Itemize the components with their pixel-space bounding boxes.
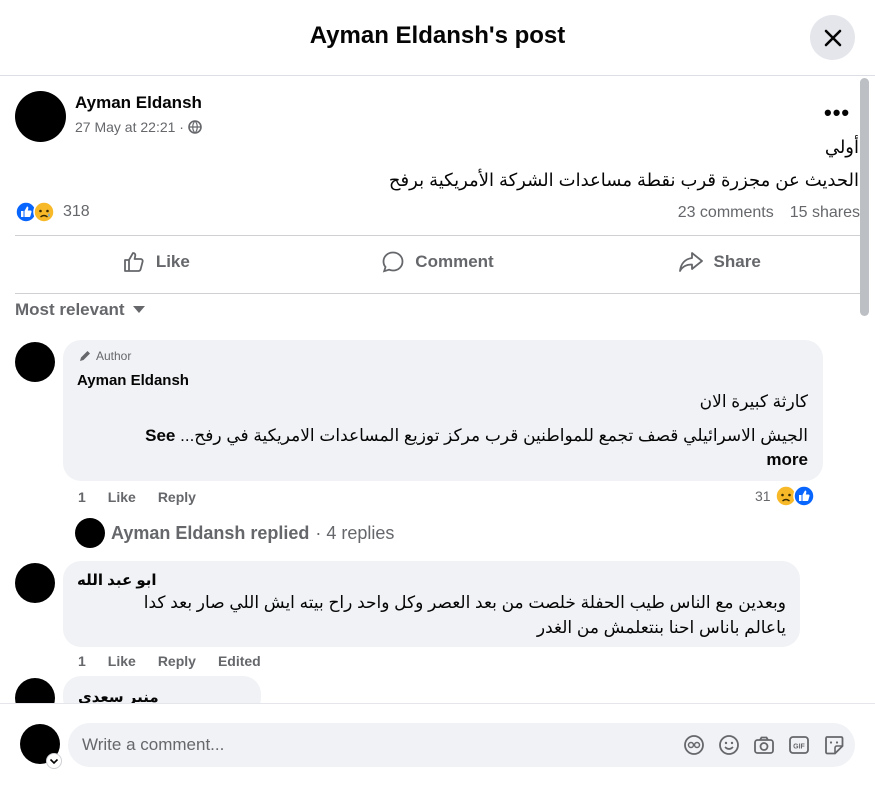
- comment-input[interactable]: [82, 723, 662, 767]
- post-stats: 318 23 comments 15 shares: [15, 201, 860, 227]
- comment-text-line: ياعالم باناس احنا بنتعلمش من الغدر: [536, 618, 786, 637]
- dialog-header: Ayman Eldansh's post: [0, 0, 875, 76]
- reaction-summary[interactable]: 318: [15, 201, 90, 223]
- sad-reaction-icon: [33, 201, 55, 223]
- author-badge-label: Author: [96, 349, 132, 363]
- comment-text-line: وبعدين مع الناس طيب الحفلة خلصت من بعد ا…: [143, 593, 786, 612]
- replies-author: Ayman Eldansh replied: [111, 522, 310, 543]
- caret-down-icon: [132, 306, 145, 313]
- sticker-icon[interactable]: [822, 733, 845, 756]
- see-more-link[interactable]: more: [766, 448, 808, 472]
- reply-avatar: [75, 518, 105, 548]
- divider: [15, 293, 860, 294]
- comment-like-button[interactable]: Like: [108, 653, 136, 669]
- post-actions: Like Comment Share: [15, 240, 860, 284]
- composer-icons: GIF: [682, 733, 845, 756]
- post-text-line-1: أولي: [824, 137, 859, 157]
- post-timestamp[interactable]: 27 May at 22:21 ·: [75, 119, 202, 135]
- comment-reactions[interactable]: 31: [755, 485, 815, 507]
- comment-text-line: الجيش الاسرائيلي قصف تجمع للمواطنين قرب …: [180, 426, 808, 445]
- comment-input-box[interactable]: GIF: [68, 723, 855, 767]
- share-icon: [678, 252, 703, 272]
- like-button[interactable]: Like: [15, 240, 297, 284]
- comment-label: Comment: [415, 252, 494, 271]
- comment-composer: GIF: [0, 703, 875, 788]
- scrollbar[interactable]: [860, 78, 869, 316]
- comment-time[interactable]: 1: [78, 489, 86, 505]
- svg-text:GIF: GIF: [793, 743, 805, 750]
- globe-icon: [188, 120, 202, 134]
- camera-icon[interactable]: [752, 733, 775, 756]
- view-replies-link[interactable]: Ayman Eldansh replied · 4 replies: [75, 518, 394, 548]
- comment-text-line: كارثة كبيرة الان: [699, 392, 808, 411]
- gif-icon[interactable]: GIF: [787, 733, 810, 756]
- author-avatar[interactable]: [15, 91, 66, 142]
- chevron-down-icon[interactable]: [46, 753, 62, 769]
- commenter-name[interactable]: ابو عبد الله: [77, 571, 157, 589]
- dialog-title: Ayman Eldansh's post: [309, 22, 566, 49]
- share-label: Share: [713, 252, 761, 271]
- pencil-icon: [80, 351, 90, 361]
- sort-label: Most relevant: [15, 300, 125, 319]
- comment-sort-dropdown[interactable]: Most relevant: [15, 300, 145, 320]
- commenter-avatar[interactable]: [15, 342, 55, 382]
- reaction-count: 318: [63, 203, 90, 220]
- post-time-text: 27 May at 22:21 ·: [75, 119, 184, 135]
- author-badge: Author: [78, 349, 131, 363]
- replies-count: · 4 replies: [315, 522, 395, 543]
- like-reaction-icon: [792, 485, 815, 507]
- comment-reply-button[interactable]: Reply: [158, 653, 196, 669]
- comment-edited-label: Edited: [217, 653, 261, 669]
- emoji-icon[interactable]: [717, 733, 740, 756]
- close-icon: [824, 29, 841, 46]
- comment-actions: 1 Like Reply: [78, 489, 218, 505]
- avatar-icon[interactable]: [682, 733, 705, 756]
- like-label: Like: [155, 252, 190, 271]
- comment-like-button[interactable]: Like: [108, 489, 136, 505]
- commenter-name[interactable]: Ayman Eldansh: [77, 372, 189, 389]
- comment-actions: 1 Like Reply Edited: [78, 653, 283, 669]
- close-button[interactable]: [810, 15, 855, 60]
- comment-reaction-count: 31: [755, 488, 771, 504]
- comment-button[interactable]: Comment: [297, 240, 579, 284]
- like-icon: [123, 252, 144, 272]
- post-author-name[interactable]: Ayman Eldansh: [75, 93, 202, 113]
- comment-time[interactable]: 1: [78, 653, 86, 669]
- comment-text-line: الجيش الاسرائيلي قصف تجمع للمواطنين قرب …: [98, 424, 808, 448]
- more-options-button[interactable]: •••: [824, 100, 850, 126]
- shares-count[interactable]: 15 shares: [790, 204, 860, 222]
- comment-icon: [382, 251, 404, 273]
- post-text-line-2: الحديث عن مجزرة قرب نقطة مساعدات الشركة …: [388, 170, 859, 190]
- comment-reply-button[interactable]: Reply: [158, 489, 196, 505]
- comments-count[interactable]: 23 comments: [678, 204, 774, 222]
- commenter-avatar[interactable]: [15, 563, 55, 603]
- divider: [15, 235, 860, 236]
- see-more-link[interactable]: See: [145, 426, 175, 445]
- share-button[interactable]: Share: [578, 240, 860, 284]
